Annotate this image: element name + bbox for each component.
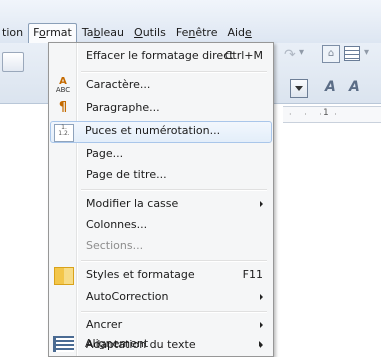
menubar: tion Format Tableau Outils Fenêtre Aide <box>0 0 381 43</box>
character-abc-icon: A ABC <box>55 76 71 95</box>
menu-item-label: Caractère... <box>86 78 151 91</box>
menu-tableau[interactable]: Tableau <box>77 24 129 42</box>
menu-item-label: Colonnes... <box>86 218 148 231</box>
menu-item-page[interactable]: Page... <box>51 144 271 165</box>
font-style-a-icon[interactable]: A <box>325 79 336 95</box>
menu-item-label: Paragraphe... <box>86 101 160 114</box>
menu-item-label: Modifier la casse <box>86 197 179 210</box>
submenu-arrow-icon <box>259 341 262 347</box>
menu-item-caractere[interactable]: A ABC Caractère... <box>51 75 271 96</box>
menu-item-colonnes[interactable]: Colonnes... <box>51 215 271 236</box>
menu-item-label: Ancrer <box>86 318 123 331</box>
menu-item-autocorrection[interactable]: AutoCorrection <box>51 287 271 308</box>
dropdown-arrow-icon[interactable]: ▾ <box>364 47 369 58</box>
menu-insertion[interactable]: tion <box>0 24 28 42</box>
submenu-arrow-icon <box>260 322 263 328</box>
paragraph-icon: ¶ <box>58 100 68 115</box>
redo-icon[interactable]: ↷ <box>284 47 296 63</box>
table-icon[interactable] <box>344 46 360 61</box>
menu-format[interactable]: Format <box>28 23 77 43</box>
menu-separator <box>81 260 267 262</box>
navigator-icon[interactable]: ⌂ <box>322 45 340 63</box>
menu-item-puces-numerotation[interactable]: 1. 1.2. Puces et numérotation... <box>50 121 272 143</box>
menu-item-alignement[interactable] <box>51 355 271 356</box>
menu-aide[interactable]: Aide <box>222 24 256 42</box>
alignment-icon <box>53 336 74 352</box>
menu-outils[interactable]: Outils <box>129 24 171 42</box>
menu-separator <box>81 71 267 73</box>
menu-separator <box>81 311 267 313</box>
submenu-arrow-icon <box>260 201 263 207</box>
menu-item-label: AutoCorrection <box>86 290 169 303</box>
print-button[interactable] <box>2 52 24 72</box>
menu-fenetre[interactable]: Fenêtre <box>171 24 223 42</box>
menu-item-label: Sections... <box>86 239 144 252</box>
menu-item-label: Page... <box>86 147 124 160</box>
menu-item-alignement-row[interactable]: Alignement <box>50 334 270 355</box>
ruler: · · · · 1 <box>283 106 381 123</box>
menu-item-shortcut: F11 <box>242 268 263 281</box>
menu-item-label: Puces et numérotation... <box>85 124 221 137</box>
format-menu: Effacer le formatage direct Ctrl+M A ABC … <box>48 42 274 357</box>
menu-item-ancrer[interactable]: Ancrer <box>51 315 271 336</box>
submenu-arrow-icon <box>260 294 263 300</box>
bullets-numbering-icon: 1. 1.2. <box>54 124 74 142</box>
menu-item-page-de-titre[interactable]: Page de titre... <box>51 165 271 186</box>
menu-item-label: Styles et formatage <box>86 268 195 281</box>
menu-item-label: Page de titre... <box>86 168 167 181</box>
menu-item-modifier-casse[interactable]: Modifier la casse <box>51 194 271 215</box>
menu-separator <box>81 189 267 191</box>
font-size-dropdown[interactable] <box>290 79 308 98</box>
ruler-ticks: · · · · <box>289 110 342 119</box>
ruler-number: 1 <box>323 108 329 118</box>
menu-item-shortcut: Ctrl+M <box>224 49 263 62</box>
menu-item-paragraphe[interactable]: ¶ Paragraphe... <box>51 98 271 119</box>
menu-item-label: Alignement <box>85 337 149 350</box>
menu-item-styles-formatage[interactable]: Styles et formatage F11 <box>51 265 271 286</box>
styles-formatting-icon <box>54 267 74 285</box>
menu-item-label: Effacer le formatage direct <box>86 49 234 62</box>
font-style-a-icon[interactable]: A <box>349 79 360 95</box>
dropdown-arrow-icon[interactable]: ▾ <box>299 47 304 58</box>
menu-item-sections: Sections... <box>51 236 271 257</box>
menu-item-effacer-formatage[interactable]: Effacer le formatage direct Ctrl+M <box>51 46 271 67</box>
